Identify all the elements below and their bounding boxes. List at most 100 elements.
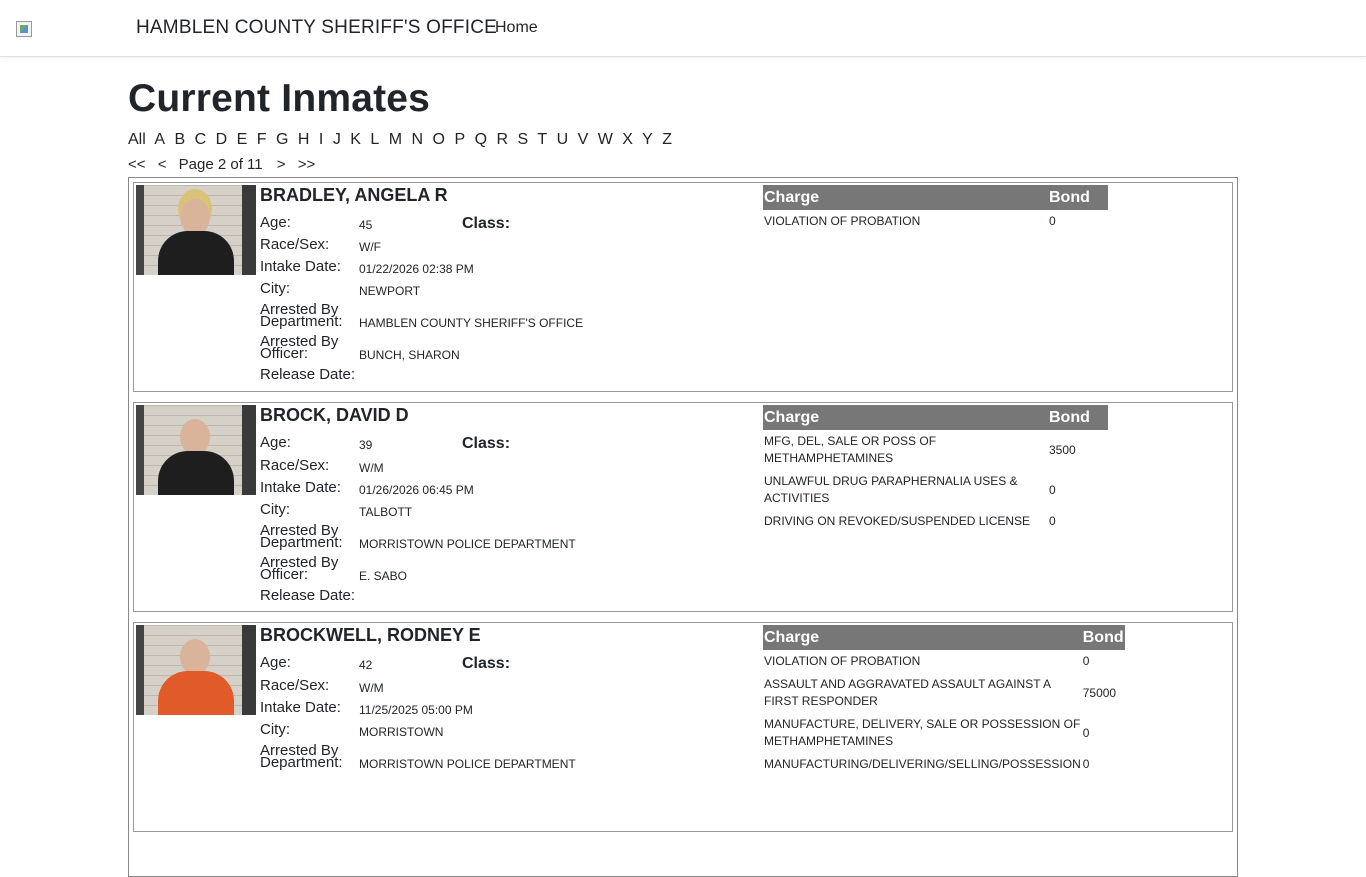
- city-label: City:: [260, 280, 290, 297]
- charges-table: Charge Bond VIOLATION OF PROBATION 0 ASS…: [763, 625, 1125, 776]
- bond-value: 0: [1082, 757, 1090, 771]
- city-value: TALBOTT: [359, 505, 413, 519]
- inmate-card: BROCK, DAVID D Age: 39 Class: Race/Sex: …: [133, 402, 1233, 612]
- alpha-link-l[interactable]: L: [370, 131, 379, 148]
- inmate-photo[interactable]: [136, 185, 256, 275]
- pager-first-link[interactable]: <<: [128, 156, 146, 173]
- arrested-officer-label-line2: Officer:: [260, 566, 309, 583]
- charge-header: Charge: [763, 185, 1048, 210]
- nav-home-link[interactable]: Home: [495, 19, 538, 37]
- alpha-link-y[interactable]: Y: [642, 131, 653, 148]
- intake-date-value: 01/26/2026 06:45 PM: [359, 483, 474, 497]
- race-sex-label: Race/Sex:: [260, 457, 330, 474]
- alpha-link-n[interactable]: N: [412, 131, 424, 148]
- navbar: HAMBLEN COUNTY SHERIFF'S OFFICE Home: [0, 0, 1366, 57]
- alphabet-filter: All A B C D E F G H I J K L M N O P Q R …: [128, 131, 677, 149]
- alpha-link-m[interactable]: M: [389, 131, 402, 148]
- release-date-label: Release Date:: [260, 587, 356, 604]
- bond-value: 0: [1049, 514, 1056, 528]
- alpha-link-b[interactable]: B: [174, 131, 185, 148]
- alpha-link-x[interactable]: X: [622, 131, 633, 148]
- site-brand[interactable]: HAMBLEN COUNTY SHERIFF'S OFFICE: [136, 17, 497, 39]
- alpha-link-i[interactable]: I: [319, 131, 323, 148]
- alpha-link-p[interactable]: P: [454, 131, 465, 148]
- page-title: Current Inmates: [128, 77, 431, 120]
- age-value: 42: [359, 658, 373, 672]
- bond-header: Bond: [1048, 405, 1108, 430]
- alpha-link-d[interactable]: D: [216, 131, 228, 148]
- charge-text: MANUFACTURING/DELIVERING/SELLING/POSSESS…: [764, 757, 1081, 771]
- alpha-link-g[interactable]: G: [276, 131, 288, 148]
- pager-prev-link[interactable]: <: [158, 156, 167, 173]
- race-sex-value: W/M: [359, 461, 384, 475]
- charges-header-row: Charge Bond: [763, 405, 1108, 430]
- inmate-card: BROCKWELL, RODNEY E Age: 42 Class: Race/…: [133, 622, 1233, 832]
- alpha-link-k[interactable]: K: [350, 131, 361, 148]
- city-value: MORRISTOWN: [359, 725, 444, 739]
- bond-value: 75000: [1082, 685, 1117, 700]
- race-sex-value: W/F: [359, 240, 381, 254]
- pager-status: Page 2 of 11: [178, 156, 263, 173]
- charge-text: MANUFACTURE, DELIVERY, SALE OR POSSESSIO…: [764, 717, 1081, 748]
- arrested-officer-label-line2: Officer:: [260, 345, 309, 362]
- city-value: NEWPORT: [359, 284, 421, 298]
- pager-next-link[interactable]: >: [277, 156, 286, 173]
- charges-table: Charge Bond VIOLATION OF PROBATION 0: [763, 185, 1108, 233]
- charges-header-row: Charge Bond: [763, 185, 1108, 210]
- alpha-link-z[interactable]: Z: [662, 131, 672, 148]
- charge-text: UNLAWFUL DRUG PARAPHERNALIA USES & ACTIV…: [764, 474, 1018, 505]
- broken-logo-image-icon[interactable]: [16, 21, 32, 37]
- inmate-name: BROCKWELL, RODNEY E: [260, 625, 481, 645]
- age-value: 45: [359, 218, 373, 232]
- alpha-link-w[interactable]: W: [598, 131, 613, 148]
- intake-date-value: 11/25/2025 05:00 PM: [359, 703, 473, 717]
- city-label: City:: [260, 501, 290, 518]
- alpha-link-e[interactable]: E: [237, 131, 248, 148]
- charge-row: DRIVING ON REVOKED/SUSPENDED LICENSE 0: [763, 510, 1108, 533]
- alpha-link-t[interactable]: T: [537, 131, 547, 148]
- race-sex-label: Race/Sex:: [260, 236, 330, 253]
- class-label: Class:: [462, 655, 511, 672]
- alpha-link-u[interactable]: U: [557, 131, 569, 148]
- arresting-department-value: MORRISTOWN POLICE DEPARTMENT: [359, 537, 576, 551]
- charge-row: UNLAWFUL DRUG PARAPHERNALIA USES & ACTIV…: [763, 470, 1108, 510]
- alpha-link-v[interactable]: V: [578, 131, 589, 148]
- bond-header: Bond: [1048, 185, 1108, 210]
- class-label: Class:: [462, 435, 511, 452]
- alpha-link-o[interactable]: O: [433, 131, 445, 148]
- alpha-link-all[interactable]: All: [128, 131, 146, 148]
- alpha-link-r[interactable]: R: [496, 131, 508, 148]
- charge-row: MANUFACTURE, DELIVERY, SALE OR POSSESSIO…: [763, 713, 1125, 753]
- alpha-link-j[interactable]: J: [333, 131, 341, 148]
- charge-header: Charge: [763, 405, 1048, 430]
- charge-row: MANUFACTURING/DELIVERING/SELLING/POSSESS…: [763, 753, 1125, 776]
- charge-text: MFG, DEL, SALE OR POSS OF METHAMPHETAMIN…: [764, 434, 937, 465]
- race-sex-value: W/M: [359, 681, 384, 695]
- bond-value: 0: [1049, 482, 1056, 497]
- age-label: Age:: [260, 214, 291, 231]
- charge-row: VIOLATION OF PROBATION 0: [763, 210, 1108, 233]
- charge-text: VIOLATION OF PROBATION: [764, 654, 921, 668]
- age-value: 39: [359, 438, 373, 452]
- inmate-photo[interactable]: [136, 625, 256, 715]
- alpha-link-c[interactable]: C: [195, 131, 207, 148]
- pager-last-link[interactable]: >>: [298, 156, 316, 173]
- bond-value: 0: [1082, 725, 1090, 740]
- alpha-link-a[interactable]: A: [154, 131, 165, 148]
- bond-value: 0: [1049, 214, 1056, 228]
- alpha-link-f[interactable]: F: [257, 131, 267, 148]
- alpha-link-s[interactable]: S: [518, 131, 529, 148]
- bond-header: Bond: [1081, 625, 1125, 650]
- arrested-dept-label-line2: Department:: [260, 754, 343, 771]
- alpha-link-h[interactable]: H: [298, 131, 310, 148]
- class-label: Class:: [462, 215, 511, 232]
- intake-date-label: Intake Date:: [260, 699, 341, 716]
- arresting-department-value: MORRISTOWN POLICE DEPARTMENT: [359, 757, 576, 771]
- inmate-card: BRADLEY, ANGELA R Age: 45 Class: Race/Se…: [133, 182, 1233, 392]
- inmate-photo[interactable]: [136, 405, 256, 495]
- age-label: Age:: [260, 654, 291, 671]
- charge-row: ASSAULT AND AGGRAVATED ASSAULT AGAINST A…: [763, 673, 1125, 713]
- alpha-link-q[interactable]: Q: [475, 131, 487, 148]
- charge-text: ASSAULT AND AGGRAVATED ASSAULT AGAINST A…: [764, 677, 1051, 708]
- arrested-dept-label-line2: Department:: [260, 534, 343, 551]
